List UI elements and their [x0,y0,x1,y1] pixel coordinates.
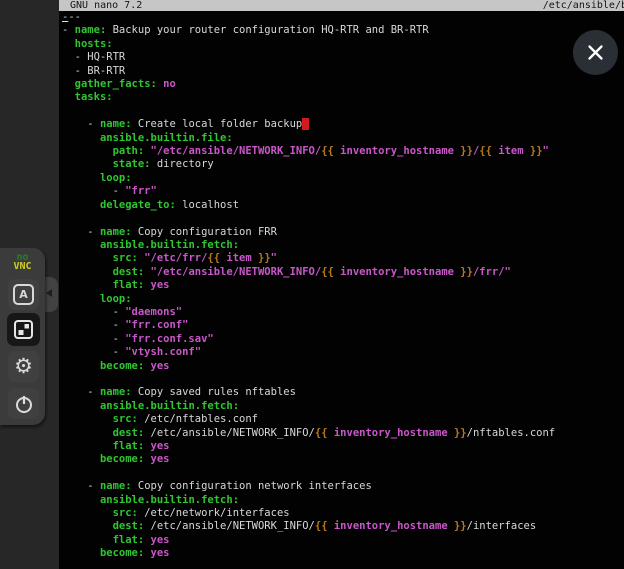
code-line: hosts: [62,38,624,51]
code-line: src: /etc/nftables.conf [62,413,624,426]
code-line: src: "/etc/frr/{{ item }}" [62,252,624,265]
code-line: dest: "/etc/ansible/NETWORK_INFO/{{ inve… [62,266,624,279]
code-line: tasks: [62,91,624,104]
code-line: - BR-RTR [62,65,624,78]
screen: { "nano": { "title_left": "GNU nano 7.2"… [0,0,624,569]
chevron-left-icon [46,289,52,297]
code-line: - name: Create local folder backup [62,118,624,131]
code-line: src: /etc/network/interfaces [62,507,624,520]
code-line: - name: Backup your router configuration… [62,24,624,37]
power-icon [14,394,34,414]
code-line: loop: [62,293,624,306]
code-line: state: directory [62,158,624,171]
code-line: flat: yes [62,279,624,292]
novnc-logo-bottom: VNC [0,262,45,271]
code-line: ansible.builtin.fetch: [62,239,624,252]
nano-filepath: /etc/ansible/b [543,0,624,11]
close-icon [587,44,604,61]
code-line: - "frr" [62,185,624,198]
code-line: path: "/etc/ansible/NETWORK_INFO/{{ inve… [62,145,624,158]
code-line: - name: Copy saved rules nftables [62,386,624,399]
fullscreen-icon [13,319,34,340]
code-line: gather_facts: no [62,78,624,91]
code-line: flat: yes [62,440,624,453]
power-button[interactable] [8,388,39,419]
code-line: become: yes [62,360,624,373]
code-line: dest: /etc/ansible/NETWORK_INFO/{{ inven… [62,520,624,533]
code-line: become: yes [62,547,624,560]
keyboard-button[interactable]: A [8,279,39,310]
gear-icon: ⚙ [14,356,33,377]
code-line: --- [62,11,624,24]
code-line: - "frr.conf.sav" [62,333,624,346]
code-line [62,373,624,386]
vnc-control-panel: no VNC A ⚙ [0,248,45,425]
code-line: - name: Copy configuration network inter… [62,480,624,493]
code-line [62,467,624,480]
code-line: - HQ-RTR [62,51,624,64]
code-line: dest: /etc/ansible/NETWORK_INFO/{{ inven… [62,427,624,440]
code-line: - "frr.conf" [62,319,624,332]
code-line: delegate_to: localhost [62,199,624,212]
novnc-logo: no VNC [0,253,45,271]
code-line: ansible.builtin.fetch: [62,400,624,413]
editor-content: ---- name: Backup your router configurat… [62,11,624,569]
nano-version: GNU nano 7.2 [70,0,142,11]
terminal-screen[interactable]: GNU nano 7.2 /etc/ansible/b ---- name: B… [59,0,624,569]
code-line: ansible.builtin.file: [62,132,624,145]
settings-button[interactable]: ⚙ [8,351,39,382]
fullscreen-button[interactable] [7,313,40,346]
code-line: become: yes [62,453,624,466]
keyboard-a-icon: A [13,284,34,305]
code-line: - "daemons" [62,306,624,319]
code-line: flat: yes [62,534,624,547]
close-button[interactable] [573,30,618,75]
code-line: - "vtysh.conf" [62,346,624,359]
code-line: loop: [62,172,624,185]
code-line: ansible.builtin.fetch: [62,494,624,507]
nano-titlebar: GNU nano 7.2 /etc/ansible/b [59,0,624,11]
code-line [62,105,624,118]
code-line: - name: Copy configuration FRR [62,226,624,239]
code-line [62,212,624,225]
vnc-sidebar: no VNC A ⚙ [0,0,59,569]
